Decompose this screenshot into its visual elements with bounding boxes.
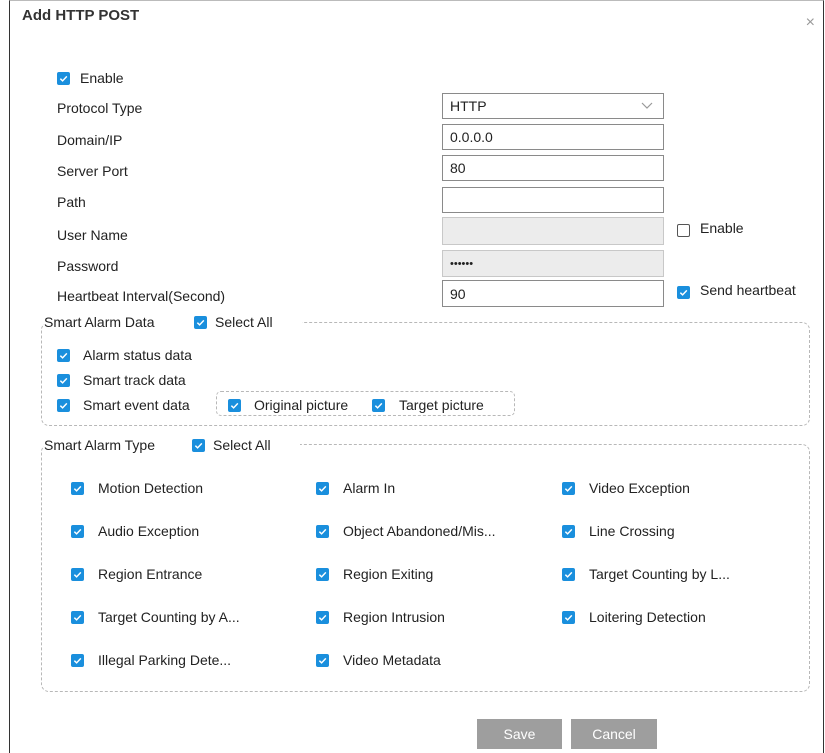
enable-checkbox[interactable] [57, 72, 70, 85]
check-icon [564, 485, 573, 492]
alarm-type-label: Region Exiting [343, 566, 434, 582]
server-port-label: Server Port [57, 163, 128, 179]
alarm-type-label: Line Crossing [589, 523, 675, 539]
password-input[interactable] [442, 250, 664, 277]
protocol-type-value: HTTP [450, 98, 487, 114]
close-icon[interactable]: × [806, 15, 815, 31]
smart-alarm-type-legend: Smart Alarm Type Select All [44, 436, 300, 454]
enable-label: Enable [80, 70, 124, 86]
server-port-input[interactable] [442, 155, 664, 181]
domain-ip-input[interactable] [442, 124, 664, 150]
alarm-type-checkbox[interactable] [562, 568, 575, 581]
check-icon [59, 352, 68, 359]
path-input[interactable] [442, 187, 664, 213]
alarm-type-label: Alarm In [343, 480, 396, 496]
chevron-down-icon [641, 102, 653, 109]
alarm-status-data-checkbox[interactable] [57, 349, 70, 362]
alarm-type-checkbox[interactable] [562, 525, 575, 538]
alarm-type-checkbox[interactable] [316, 525, 329, 538]
check-icon [194, 442, 203, 449]
alarm-type-checkbox[interactable] [316, 654, 329, 667]
original-picture-checkbox[interactable] [228, 399, 241, 412]
alarm-type-label: Region Intrusion [343, 609, 445, 625]
auth-enable-checkbox[interactable] [677, 224, 690, 237]
smart-track-data-label: Smart track data [83, 372, 186, 388]
check-icon [73, 528, 82, 535]
check-icon [230, 402, 239, 409]
check-icon [318, 528, 327, 535]
check-icon [73, 571, 82, 578]
dialog-title: Add HTTP POST [22, 7, 140, 24]
smart-alarm-data-title: Smart Alarm Data [44, 314, 155, 330]
alarm-type-label: Target Counting by L... [589, 566, 730, 582]
alarm-type-label: Video Exception [589, 480, 690, 496]
check-icon [59, 402, 68, 409]
alarm-type-checkbox[interactable] [316, 568, 329, 581]
check-icon [73, 485, 82, 492]
protocol-type-select[interactable]: HTTP [442, 93, 664, 119]
path-label: Path [57, 194, 86, 210]
smart-alarm-type-select-all-label: Select All [213, 437, 271, 453]
check-icon [59, 75, 68, 82]
alarm-status-data-label: Alarm status data [83, 347, 192, 363]
alarm-type-label: Video Metadata [343, 652, 441, 668]
alarm-type-checkbox[interactable] [71, 482, 84, 495]
alarm-type-checkbox[interactable] [316, 482, 329, 495]
target-picture-checkbox[interactable] [372, 399, 385, 412]
alarm-type-label: Target Counting by A... [98, 609, 240, 625]
check-icon [318, 614, 327, 621]
auth-enable-label: Enable [700, 220, 744, 236]
check-icon [73, 657, 82, 664]
smart-alarm-type-select-all-checkbox[interactable] [192, 439, 205, 452]
smart-alarm-data-select-all-checkbox[interactable] [194, 316, 207, 329]
check-icon [564, 528, 573, 535]
original-picture-label: Original picture [254, 397, 349, 413]
alarm-type-checkbox[interactable] [71, 654, 84, 667]
smart-alarm-type-title: Smart Alarm Type [44, 437, 156, 453]
heartbeat-interval-label: Heartbeat Interval(Second) [57, 288, 226, 304]
user-name-label: User Name [57, 227, 128, 243]
alarm-type-checkbox[interactable] [71, 568, 84, 581]
smart-alarm-data-legend: Smart Alarm Data Select All [44, 313, 302, 331]
send-heartbeat-checkbox[interactable] [677, 286, 690, 299]
alarm-type-label: Loitering Detection [589, 609, 706, 625]
alarm-type-checkbox[interactable] [562, 482, 575, 495]
check-icon [679, 289, 688, 296]
smart-event-data-label: Smart event data [83, 397, 190, 413]
target-picture-label: Target picture [399, 397, 484, 413]
check-icon [374, 402, 383, 409]
smart-alarm-data-select-all-label: Select All [215, 314, 273, 330]
smart-track-data-checkbox[interactable] [57, 374, 70, 387]
password-label: Password [57, 258, 119, 274]
check-icon [318, 485, 327, 492]
user-name-input[interactable] [442, 217, 664, 245]
smart-event-data-checkbox[interactable] [57, 399, 70, 412]
alarm-type-checkbox[interactable] [316, 611, 329, 624]
heartbeat-interval-input[interactable] [442, 280, 664, 307]
alarm-type-checkbox[interactable] [562, 611, 575, 624]
alarm-type-label: Illegal Parking Dete... [98, 652, 232, 668]
check-icon [318, 657, 327, 664]
alarm-type-label: Object Abandoned/Mis... [343, 523, 496, 539]
check-icon [59, 377, 68, 384]
cancel-button[interactable]: Cancel [571, 719, 657, 749]
check-icon [196, 319, 205, 326]
save-button[interactable]: Save [477, 719, 562, 749]
alarm-type-label: Motion Detection [98, 480, 204, 496]
alarm-type-label: Region Entrance [98, 566, 203, 582]
send-heartbeat-label: Send heartbeat [700, 282, 796, 298]
check-icon [73, 614, 82, 621]
check-icon [564, 571, 573, 578]
alarm-type-checkbox[interactable] [71, 525, 84, 538]
domain-ip-label: Domain/IP [57, 132, 123, 148]
alarm-type-label: Audio Exception [98, 523, 200, 539]
protocol-type-label: Protocol Type [57, 100, 143, 116]
alarm-type-checkbox[interactable] [71, 611, 84, 624]
check-icon [318, 571, 327, 578]
add-http-post-dialog: Add HTTP POST × Enable Protocol Type HTT… [9, 0, 824, 753]
check-icon [564, 614, 573, 621]
